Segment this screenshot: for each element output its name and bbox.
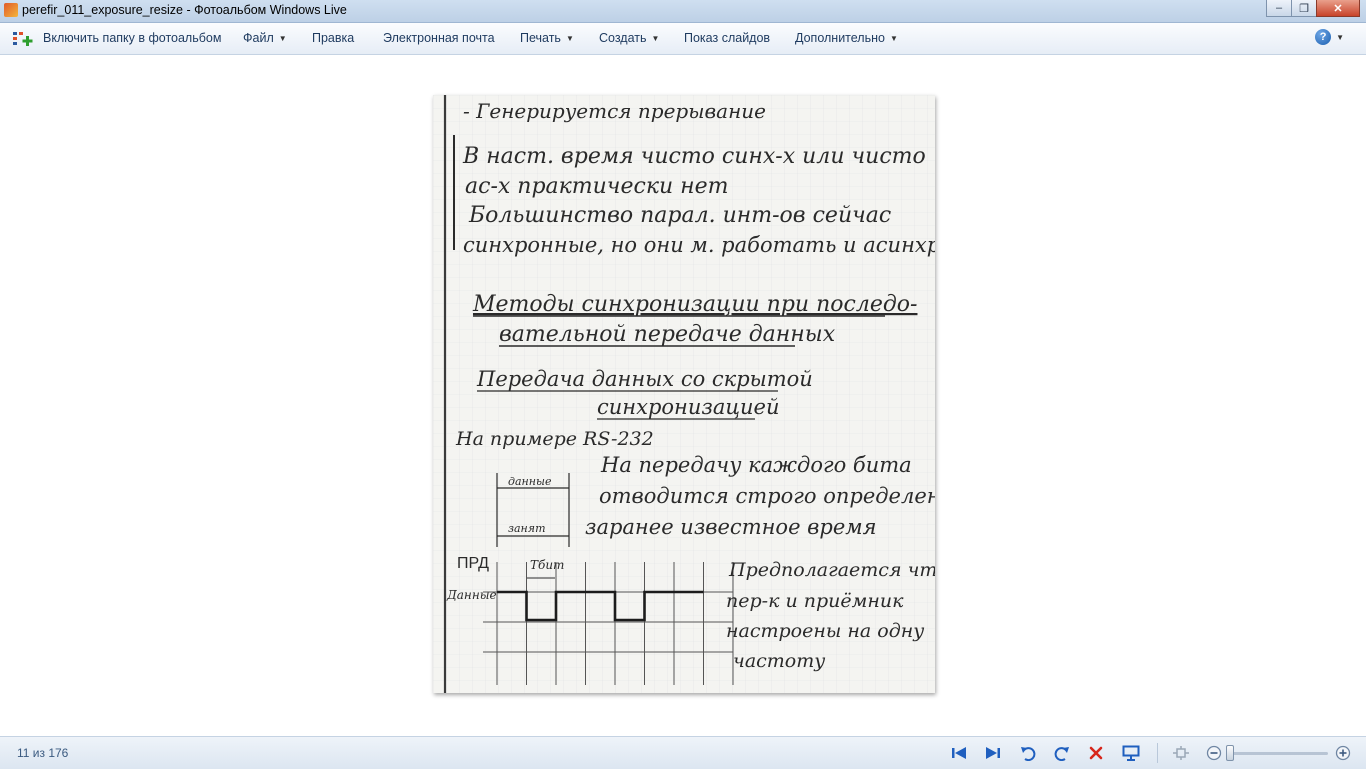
menu-email[interactable]: Электронная почта xyxy=(383,31,495,45)
include-folder-button[interactable]: Включить папку в фотоальбом xyxy=(43,31,221,45)
menu-extras-label: Дополнительно xyxy=(795,31,885,45)
chevron-down-icon: ▼ xyxy=(889,33,898,43)
heading-2a: Передача данных со скрытой xyxy=(476,367,813,391)
maximize-button[interactable]: ❐ xyxy=(1291,0,1317,17)
note-line-3: ас-х практически нет xyxy=(465,174,729,199)
next-button[interactable] xyxy=(983,743,1003,763)
slideshow-icon xyxy=(1122,745,1140,761)
zoom-out-icon xyxy=(1206,745,1222,761)
delete-button[interactable] xyxy=(1086,743,1106,763)
note-line-1: - Генерируется прерывание xyxy=(463,99,766,123)
paragraph-2b: пер-к и приёмник xyxy=(726,590,904,612)
photo-counter: 11 из 176 xyxy=(17,746,69,760)
window-title: perefir_011_exposure_resize - Фотоальбом… xyxy=(22,3,347,17)
heading-2b: синхронизацией xyxy=(597,395,780,419)
zoom-out-button[interactable] xyxy=(1204,743,1224,763)
title-bar: perefir_011_exposure_resize - Фотоальбом… xyxy=(0,0,1366,23)
minimize-button[interactable]: ‒ xyxy=(1266,0,1292,17)
chevron-down-icon: ▼ xyxy=(1336,32,1344,42)
menu-file-label: Файл xyxy=(243,31,274,45)
handwritten-notes-photo: - Генерируется прерывание В наст. время … xyxy=(433,95,935,693)
diagram-data-label: данные xyxy=(508,475,552,488)
prd-label: ПРД xyxy=(457,555,489,572)
example-text: На примере RS-232 xyxy=(455,428,654,450)
signal-label: Данные xyxy=(446,588,497,602)
toolbar-divider xyxy=(1157,743,1158,763)
rotate-right-icon xyxy=(1054,747,1069,761)
menu-slideshow[interactable]: Показ слайдов xyxy=(684,31,770,45)
menu-slideshow-label: Показ слайдов xyxy=(684,31,771,45)
photo-gallery-app-icon xyxy=(4,3,18,17)
delete-icon xyxy=(1089,746,1103,760)
chevron-down-icon: ▼ xyxy=(565,33,574,43)
chevron-down-icon: ▼ xyxy=(651,33,660,43)
note-line-2: В наст. время чисто синх-х или чисто xyxy=(462,144,926,169)
menu-print[interactable]: Печать ▼ xyxy=(520,31,574,45)
rotate-right-button[interactable] xyxy=(1052,743,1072,763)
close-button[interactable]: ✕ xyxy=(1316,0,1360,17)
include-folder-icon[interactable] xyxy=(13,31,35,47)
fit-button[interactable] xyxy=(1171,743,1191,763)
help-button[interactable]: ? ▼ xyxy=(1315,29,1344,45)
paragraph-1b: отводится строго определенное xyxy=(599,484,935,508)
menu-create[interactable]: Создать ▼ xyxy=(599,31,659,45)
diagram-busy-label: занят xyxy=(508,522,546,535)
paragraph-2a: Предполагается что xyxy=(728,559,935,581)
tbit-label: Tбит xyxy=(530,558,564,572)
paragraph-2c: настроены на одну xyxy=(726,620,924,642)
paragraph-1a: На передачу каждого бита xyxy=(600,453,912,477)
previous-icon xyxy=(952,747,966,759)
zoom-slider-thumb[interactable] xyxy=(1226,745,1234,761)
menu-create-label: Создать xyxy=(599,31,647,45)
previous-button[interactable] xyxy=(949,743,969,763)
chevron-down-icon: ▼ xyxy=(278,33,287,43)
status-bar: 11 из 176 xyxy=(0,736,1366,769)
menu-extras[interactable]: Дополнительно ▼ xyxy=(795,31,898,45)
note-line-4: Большинство парал. инт-ов сейчас xyxy=(468,203,891,228)
photo-viewer[interactable]: - Генерируется прерывание В наст. время … xyxy=(433,95,935,693)
zoom-in-button[interactable] xyxy=(1333,743,1353,763)
menu-email-label: Электронная почта xyxy=(383,31,495,45)
menu-file[interactable]: Файл ▼ xyxy=(243,31,287,45)
window-controls: ‒ ❐ ✕ xyxy=(1266,0,1360,18)
help-icon: ? xyxy=(1315,29,1332,45)
heading-1a: Методы синхронизации при последо- xyxy=(472,292,917,317)
zoom-in-icon xyxy=(1335,745,1351,761)
menu-bar: Включить папку в фотоальбом Файл ▼ Правка… xyxy=(0,23,1366,55)
paragraph-2d: частоту xyxy=(733,650,825,672)
zoom-slider-track[interactable] xyxy=(1226,752,1328,755)
slideshow-button[interactable] xyxy=(1121,743,1141,763)
next-icon xyxy=(986,747,1000,759)
paragraph-1c: заранее известное время xyxy=(585,515,877,539)
rotate-left-button[interactable] xyxy=(1018,743,1038,763)
rotate-left-icon xyxy=(1021,747,1036,761)
heading-1b: вательной передаче данных xyxy=(499,322,836,347)
fit-icon xyxy=(1173,746,1189,760)
include-folder-label: Включить папку в фотоальбом xyxy=(43,31,222,45)
menu-edit-label: Правка xyxy=(312,31,355,45)
menu-edit[interactable]: Правка xyxy=(312,31,354,45)
menu-print-label: Печать xyxy=(520,31,561,45)
note-line-5: синхронные, но они м. работать и асинхр-… xyxy=(463,233,935,257)
